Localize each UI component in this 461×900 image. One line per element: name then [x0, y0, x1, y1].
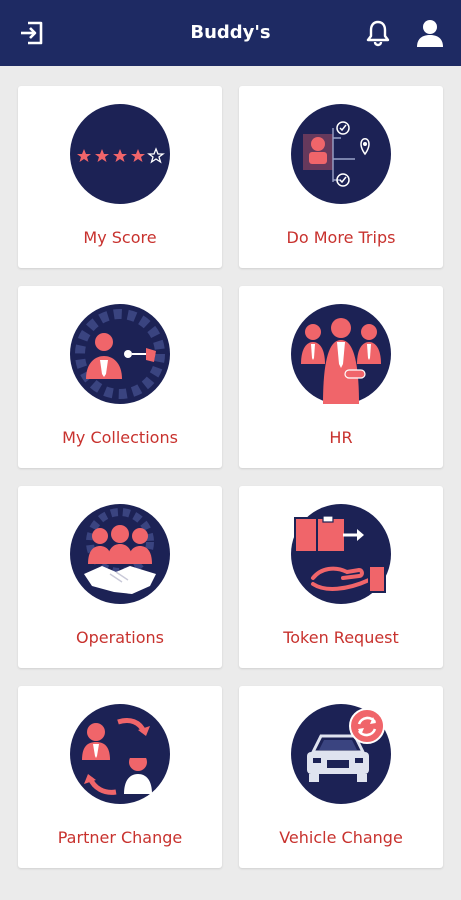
tile-partner-change[interactable]: Partner Change	[18, 686, 222, 868]
tile-label: Do More Trips	[286, 228, 396, 247]
profile-icon[interactable]	[414, 17, 446, 49]
tile-label: My Score	[83, 228, 157, 247]
tile-hr[interactable]: HR	[239, 286, 443, 468]
trips-route-icon	[291, 104, 391, 204]
star-rating-icon	[70, 104, 170, 204]
token-request-icon	[291, 504, 391, 604]
tile-label: Partner Change	[57, 828, 183, 847]
tile-label: HR	[329, 428, 353, 447]
tile-grid: My Score Do More Trips My Collections HR…	[18, 86, 443, 868]
tile-vehicle-change[interactable]: Vehicle Change	[239, 686, 443, 868]
tile-my-score[interactable]: My Score	[18, 86, 222, 268]
app-bar: Buddy's	[0, 0, 461, 66]
tile-label: Vehicle Change	[279, 828, 403, 847]
hr-team-icon	[291, 304, 391, 404]
collections-icon	[70, 304, 170, 404]
tile-my-collections[interactable]: My Collections	[18, 286, 222, 468]
partner-change-icon	[70, 704, 170, 804]
operations-handshake-icon	[70, 504, 170, 604]
bottom-bar	[0, 886, 461, 900]
notification-bell-icon[interactable]	[362, 17, 394, 49]
tile-do-more-trips[interactable]: Do More Trips	[239, 86, 443, 268]
tile-label: My Collections	[62, 428, 178, 447]
tile-operations[interactable]: Operations	[18, 486, 222, 668]
tile-label: Operations	[76, 628, 164, 647]
tile-token-request[interactable]: Token Request	[239, 486, 443, 668]
tile-label: Token Request	[283, 628, 399, 647]
vehicle-change-icon	[291, 704, 391, 804]
